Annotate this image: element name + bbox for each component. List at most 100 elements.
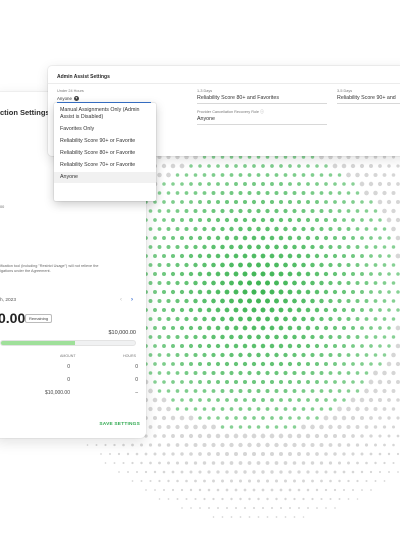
halftone-dot <box>278 361 284 367</box>
halftone-dot <box>179 433 185 439</box>
chevron-right-icon[interactable]: › <box>131 297 133 303</box>
halftone-dot <box>378 434 382 438</box>
halftone-dot <box>355 227 360 231</box>
halftone-dot <box>170 253 176 259</box>
halftone-dot <box>355 317 360 321</box>
halftone-dot <box>328 226 333 232</box>
under-24-hours-select[interactable]: Anyone ▾ <box>57 95 151 103</box>
save-settings-button[interactable]: SAVE SETTINGS <box>99 422 140 427</box>
halftone-dot <box>149 479 152 483</box>
halftone-dot <box>342 218 346 222</box>
halftone-dot <box>387 434 391 438</box>
halftone-dot <box>188 343 194 349</box>
halftone-dot <box>197 433 203 439</box>
halftone-dot <box>202 298 207 304</box>
halftone-dot <box>215 235 221 241</box>
halftone-dot <box>202 244 207 250</box>
halftone-dot <box>202 226 207 232</box>
halftone-dot <box>311 497 314 501</box>
halftone-dot <box>265 425 270 429</box>
halftone-dot <box>351 326 355 330</box>
halftone-dot <box>242 235 248 241</box>
budget-progress-fill <box>1 341 75 345</box>
halftone-dot <box>203 479 206 483</box>
halftone-dot <box>242 271 248 277</box>
halftone-dot <box>370 489 372 491</box>
halftone-dot <box>148 281 153 285</box>
halftone-dot <box>242 199 248 205</box>
halftone-dot <box>166 353 171 357</box>
halftone-dot <box>382 335 387 339</box>
halftone-dot <box>175 244 180 250</box>
remaining-amount: 0.00 <box>0 310 26 326</box>
halftone-dot <box>265 352 270 358</box>
panel-title: ction Settings <box>0 108 50 117</box>
halftone-dot <box>305 271 311 277</box>
halftone-dot <box>329 479 332 483</box>
days-3-5-select[interactable]: Reliability Score 90+ and <box>337 95 396 101</box>
halftone-dot <box>193 209 198 213</box>
halftone-dot <box>113 443 116 447</box>
dropdown-option[interactable]: Reliability Score 70+ or Favorite <box>54 160 156 171</box>
halftone-dot <box>234 164 238 168</box>
table-cell-amount: 0 <box>67 364 70 370</box>
halftone-dot <box>373 263 378 267</box>
halftone-dot <box>243 398 247 402</box>
days-1-3-select[interactable]: Reliability Score 80+ and Favorites <box>197 95 279 101</box>
halftone-dot <box>374 443 377 447</box>
halftone-dot <box>211 280 216 286</box>
halftone-dot <box>323 307 329 313</box>
halftone-dot <box>287 343 293 349</box>
halftone-dot <box>378 326 382 330</box>
halftone-dot <box>297 452 301 456</box>
halftone-dot <box>248 497 251 501</box>
recovery-role-select[interactable]: Anyone <box>197 116 215 122</box>
halftone-dot <box>319 173 324 177</box>
dropdown-option[interactable]: Favorites Only <box>54 124 156 135</box>
halftone-dot <box>145 489 147 491</box>
halftone-dot <box>260 307 266 313</box>
dropdown-option-selected[interactable]: Anyone <box>54 172 156 183</box>
halftone-dot <box>233 361 239 367</box>
halftone-dot <box>297 380 301 384</box>
halftone-dot <box>215 361 221 367</box>
halftone-dot <box>251 253 257 259</box>
halftone-dot <box>166 443 171 447</box>
halftone-dot <box>238 461 243 465</box>
dropdown-option[interactable]: Reliability Score 80+ or Favorite <box>54 148 156 159</box>
halftone-dot <box>224 253 230 259</box>
halftone-dot <box>184 443 189 447</box>
halftone-dot <box>368 397 374 403</box>
halftone-dot <box>162 380 166 384</box>
halftone-dot <box>301 316 306 322</box>
halftone-dot <box>224 235 230 241</box>
halftone-dot <box>188 235 194 241</box>
halftone-dot <box>184 407 189 411</box>
halftone-dot <box>278 217 284 223</box>
halftone-dot <box>311 479 314 483</box>
chevron-left-icon[interactable]: ‹ <box>120 297 122 303</box>
halftone-dot <box>346 227 351 231</box>
dropdown-option[interactable]: Reliability Score 90+ or Favorite <box>54 136 156 147</box>
halftone-dot <box>188 289 194 295</box>
assignment-dropdown-menu: Manual Assignments Only (Admin Assist is… <box>54 103 156 201</box>
halftone-dot <box>333 470 337 474</box>
halftone-dot <box>314 235 320 241</box>
halftone-dot <box>166 172 171 178</box>
halftone-dot <box>202 173 207 177</box>
halftone-dot <box>247 461 252 465</box>
halftone-dot <box>279 416 283 420</box>
halftone-dot <box>396 434 400 438</box>
halftone-dot <box>251 325 257 331</box>
halftone-dot <box>396 398 400 402</box>
halftone-dot <box>355 389 360 393</box>
halftone-dot <box>229 244 234 250</box>
halftone-dot <box>319 298 324 304</box>
dropdown-option[interactable]: Manual Assignments Only (Admin Assist is… <box>54 105 156 123</box>
halftone-dot <box>341 271 347 277</box>
halftone-dot <box>157 317 162 321</box>
halftone-dot <box>162 200 166 204</box>
halftone-dot <box>161 289 167 295</box>
halftone-dot <box>265 190 270 196</box>
halftone-dot <box>328 424 333 430</box>
